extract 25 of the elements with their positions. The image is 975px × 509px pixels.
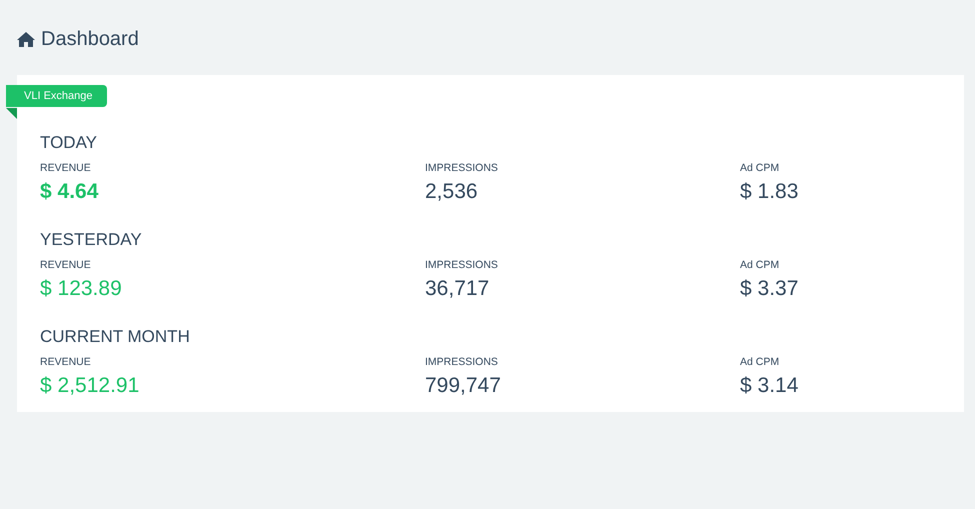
metric-label: IMPRESSIONS: [425, 162, 499, 174]
metric-value: $ 3.37: [740, 277, 800, 301]
metric-label: Ad CPM: [740, 356, 780, 368]
metric-label: REVENUE: [40, 162, 92, 174]
metric-label: REVENUE: [40, 356, 92, 368]
period-heading: CURRENT MONTH: [40, 327, 191, 347]
metric-value: 2,536: [425, 180, 479, 204]
metric-value: $ 4.64: [40, 180, 100, 204]
home-icon: [17, 32, 35, 46]
ribbon-label: VLI Exchange: [6, 85, 106, 107]
metric-value: $ 3.14: [740, 374, 800, 398]
metric-label: Ad CPM: [740, 259, 780, 271]
ribbon-fold-icon: [6, 108, 17, 119]
metric-value: 36,717: [425, 277, 490, 301]
metric-value: $ 2,512.91: [40, 374, 140, 398]
period-heading: TODAY: [40, 133, 98, 153]
metric-value: 799,747: [425, 374, 502, 398]
metric-value: $ 1.83: [740, 180, 800, 204]
page-title-text: Dashboard: [41, 28, 139, 50]
metric-label: IMPRESSIONS: [425, 356, 499, 368]
metric-label: Ad CPM: [740, 162, 780, 174]
metric-label: IMPRESSIONS: [425, 259, 499, 271]
metric-value: $ 123.89: [40, 277, 123, 301]
period-heading: YESTERDAY: [40, 230, 143, 250]
metric-label: REVENUE: [40, 259, 92, 271]
